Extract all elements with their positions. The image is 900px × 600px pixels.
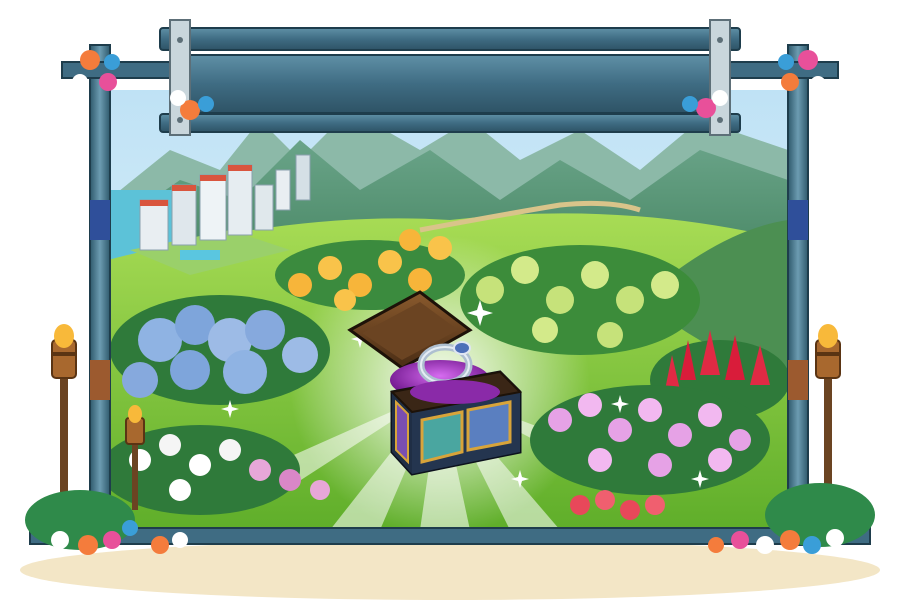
sign-title xyxy=(175,66,725,102)
crop-field-green-hops xyxy=(460,245,700,355)
tiki-torch-right xyxy=(815,324,841,510)
crop-field-blue-hydrangea xyxy=(110,295,330,405)
tiki-torch-left xyxy=(51,324,77,510)
frame-left-post xyxy=(89,44,111,546)
game-splash xyxy=(0,0,900,600)
sand-ground xyxy=(20,540,880,600)
crop-field-pink-orchid xyxy=(530,385,770,495)
frame-right-post xyxy=(787,44,809,546)
